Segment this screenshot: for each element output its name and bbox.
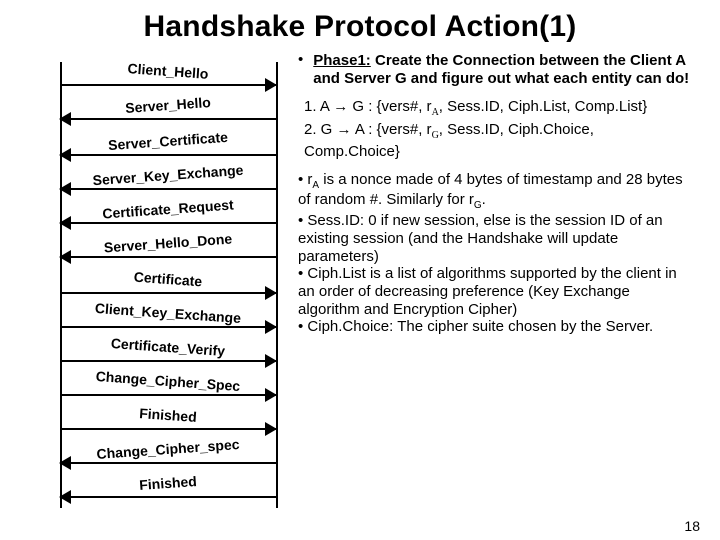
equation-1: 1. A → G : {vers#, rA, Sess.ID, Ciph.Lis… xyxy=(304,97,692,120)
detail-sessid: • Sess.ID: 0 if new session, else is the… xyxy=(298,212,692,265)
phase-text: Phase1: Create the Connection between th… xyxy=(313,52,692,87)
eq1-sub: A xyxy=(432,107,439,118)
server-lifeline xyxy=(276,62,278,508)
detail-ciphlist: • Ciph.List is a list of algorithms supp… xyxy=(298,265,692,318)
msg-label: Certificate xyxy=(60,263,277,294)
eq1-rest: , Sess.ID, Ciph.List, Comp.List} xyxy=(439,98,647,115)
detail-ciphchoice: • Ciph.Choice: The cipher suite chosen b… xyxy=(298,318,692,336)
bullet-icon: • xyxy=(298,52,303,87)
slide-number: 18 xyxy=(684,518,700,534)
eq1-prefix: 1. A → G : {vers#, r xyxy=(304,98,432,115)
msg-finished-s: Finished xyxy=(60,478,276,508)
msg-server-hello-done: Server_Hello_Done xyxy=(60,238,276,268)
msg-label: Client_Hello xyxy=(60,55,277,86)
detail-text: is a nonce made of 4 bytes of timestamp … xyxy=(298,171,683,209)
msg-label: Server_Certificate xyxy=(60,125,277,156)
detail-text: • r xyxy=(298,171,312,188)
eq2-sub: G xyxy=(432,130,439,141)
detail-sub: G xyxy=(474,200,482,211)
equations: 1. A → G : {vers#, rA, Sess.ID, Ciph.Lis… xyxy=(304,97,692,162)
details: • rA is a nonce made of 4 bytes of times… xyxy=(298,171,692,336)
sequence-diagram: Client_Hello Server_Hello Server_Certifi… xyxy=(28,52,288,512)
phase-label: Phase1: xyxy=(313,52,371,69)
detail-text: . xyxy=(482,191,486,208)
detail-nonce: • rA is a nonce made of 4 bytes of times… xyxy=(298,171,692,213)
text-column: • Phase1: Create the Connection between … xyxy=(298,52,692,512)
msg-server-hello: Server_Hello xyxy=(60,100,276,130)
equation-2: 2. G → A : {vers#, rG, Sess.ID, Ciph.Cho… xyxy=(304,120,692,163)
eq2-prefix: 2. G → A : {vers#, r xyxy=(304,121,432,138)
slide-title: Handshake Protocol Action(1) xyxy=(28,10,692,44)
content-row: Client_Hello Server_Hello Server_Certifi… xyxy=(28,52,692,512)
phase-row: • Phase1: Create the Connection between … xyxy=(298,52,692,87)
slide: Handshake Protocol Action(1) Client_Hell… xyxy=(0,0,720,540)
